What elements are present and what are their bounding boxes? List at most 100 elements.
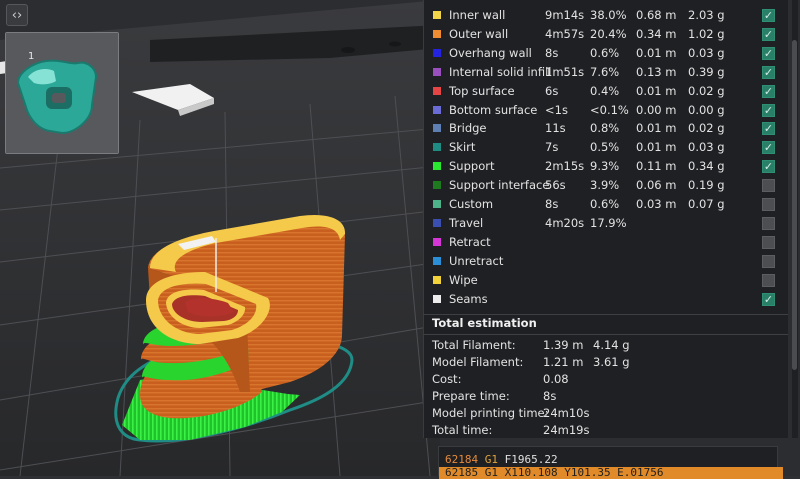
legend-visibility-checkbox[interactable]: ✓	[762, 103, 775, 117]
legend-visibility-checkbox[interactable]: ✓	[762, 160, 775, 174]
legend-item-weight: 2.03 g	[688, 8, 725, 22]
legend-visibility-checkbox[interactable]: ✓	[762, 27, 775, 41]
legend-item-percent: <0.1%	[590, 102, 629, 117]
legend-item-percent: 7.6%	[590, 64, 620, 79]
legend-item-percent: 17.9%	[590, 215, 627, 230]
gcode-line-number: 62184	[445, 453, 479, 466]
plate-thumbnail[interactable]: 1	[5, 32, 119, 154]
legend-item-length: 0.01 m	[636, 45, 677, 60]
legend-color-swatch	[433, 124, 441, 133]
legend-item-length: 0.06 m	[636, 178, 677, 193]
legend-row: Unretract	[424, 252, 789, 271]
legend-row: Overhang wall 8s 0.6% 0.01 m 0.03 g ✓	[424, 44, 789, 63]
cost-value: 0.08	[543, 372, 569, 386]
legend-item-percent: 38.0%	[590, 8, 627, 22]
collapse-arrows-icon: ‹›	[11, 8, 23, 23]
legend-row: Retract	[424, 233, 789, 252]
legend-visibility-checkbox[interactable]	[762, 216, 775, 230]
gcode-next-line: 62185 G1 X110.108 Y101.35 E.01756	[439, 467, 783, 479]
legend-item-name: Support	[449, 159, 495, 174]
legend-visibility-checkbox[interactable]: ✓	[762, 122, 775, 136]
legend-item-time: 2m15s	[545, 159, 585, 174]
legend-color-swatch	[433, 29, 441, 38]
legend-color-swatch	[433, 181, 441, 190]
legend-visibility-checkbox[interactable]: ✓	[762, 65, 775, 79]
legend-visibility-checkbox[interactable]	[762, 198, 775, 211]
gcode-command: G1	[484, 453, 498, 466]
plate-number: 1	[28, 51, 35, 62]
total-filament-label: Total Filament:	[432, 338, 516, 352]
model-filament-label: Model Filament:	[432, 355, 524, 369]
legend-item-name: Support interface	[449, 178, 550, 193]
legend-row: Custom 8s 0.6% 0.03 m 0.07 g	[424, 195, 789, 214]
model-filament-weight: 3.61 g	[593, 355, 630, 369]
gcode-current-line: 62184 G1 F1965.22	[445, 453, 558, 466]
legend-visibility-checkbox[interactable]	[762, 235, 775, 249]
total-separator-top	[423, 314, 788, 315]
legend-row: Wipe	[424, 271, 789, 290]
plate-thumbnail-preview	[6, 33, 118, 153]
legend-item-length: 0.01 m	[636, 140, 677, 155]
legend-visibility-checkbox[interactable]	[762, 273, 775, 287]
legend-color-swatch	[433, 143, 441, 152]
legend-visibility-checkbox[interactable]: ✓	[762, 9, 775, 22]
legend-row: Seams ✓	[424, 290, 789, 309]
legend-visibility-checkbox[interactable]: ✓	[762, 84, 775, 98]
legend-item-weight: 0.03 g	[688, 140, 725, 155]
total-time-value: 24m19s	[543, 423, 590, 437]
legend-visibility-checkbox[interactable]: ✓	[762, 292, 775, 306]
legend-item-name: Bridge	[449, 121, 487, 136]
legend-color-swatch	[433, 237, 441, 246]
legend-item-weight: 0.02 g	[688, 121, 725, 136]
legend-item-time: 4m57s	[545, 26, 585, 41]
legend-visibility-checkbox[interactable]	[762, 179, 775, 193]
legend-item-time: 6s	[545, 83, 559, 98]
total-separator-bottom	[423, 334, 788, 335]
legend-item-weight: 0.19 g	[688, 178, 725, 193]
legend-item-time: 11s	[545, 121, 566, 136]
legend-visibility-checkbox[interactable]: ✓	[762, 46, 775, 60]
legend-visibility-checkbox[interactable]	[762, 254, 775, 268]
legend-item-weight: 0.07 g	[688, 197, 725, 211]
legend-item-name: Outer wall	[449, 26, 509, 41]
legend-item-length: 0.11 m	[636, 159, 677, 174]
total-filament-length: 1.39 m	[543, 338, 584, 352]
total-filament-weight: 4.14 g	[593, 338, 630, 352]
legend-item-length: 0.00 m	[636, 102, 677, 117]
legend-item-weight: 0.34 g	[688, 159, 725, 174]
legend-item-weight: 0.02 g	[688, 83, 725, 98]
legend-row: Bridge 11s 0.8% 0.01 m 0.02 g ✓	[424, 119, 789, 138]
legend-row: Travel 4m20s 17.9%	[424, 214, 789, 233]
legend-item-percent: 0.6%	[590, 45, 620, 60]
legend-item-length: 0.01 m	[636, 121, 677, 136]
gcode-args: F1965.22	[504, 453, 558, 466]
model-filament-length: 1.21 m	[543, 355, 584, 369]
legend-item-length: 0.34 m	[636, 26, 677, 41]
legend-item-name: Bottom surface	[449, 102, 538, 117]
gcode-line-viewer[interactable]: 62184 G1 F1965.22 62185 G1 X110.108 Y101…	[438, 446, 783, 479]
legend-row: Top surface 6s 0.4% 0.01 m 0.02 g ✓	[424, 82, 789, 101]
legend-item-name: Skirt	[449, 140, 476, 155]
legend-item-name: Seams	[449, 291, 488, 306]
legend-item-name: Travel	[449, 215, 484, 230]
legend-item-weight: 1.02 g	[688, 26, 725, 41]
prepare-time-label: Prepare time:	[432, 389, 510, 403]
legend-item-length: 0.03 m	[636, 197, 677, 211]
legend-item-time: 4m20s	[545, 215, 585, 230]
legend-row: Inner wall 9m14s 38.0% 0.68 m 2.03 g ✓	[424, 6, 789, 25]
legend-item-percent: 0.8%	[590, 121, 620, 136]
legend-scrollbar-thumb[interactable]	[792, 40, 797, 370]
legend-row: Support 2m15s 9.3% 0.11 m 0.34 g ✓	[424, 157, 789, 176]
legend-item-name: Custom	[449, 197, 494, 211]
legend-item-weight: 0.03 g	[688, 45, 725, 60]
legend-item-time: 8s	[545, 45, 559, 60]
legend-color-swatch	[433, 275, 441, 284]
legend-color-swatch	[433, 162, 441, 171]
legend-item-time: 8s	[545, 197, 559, 211]
legend-visibility-checkbox[interactable]: ✓	[762, 141, 775, 155]
legend-color-swatch	[433, 11, 441, 19]
collapse-panel-button[interactable]: ‹›	[6, 4, 28, 26]
legend-item-name: Overhang wall	[449, 45, 532, 60]
legend-item-name: Unretract	[449, 253, 504, 268]
cost-label: Cost:	[432, 372, 462, 386]
